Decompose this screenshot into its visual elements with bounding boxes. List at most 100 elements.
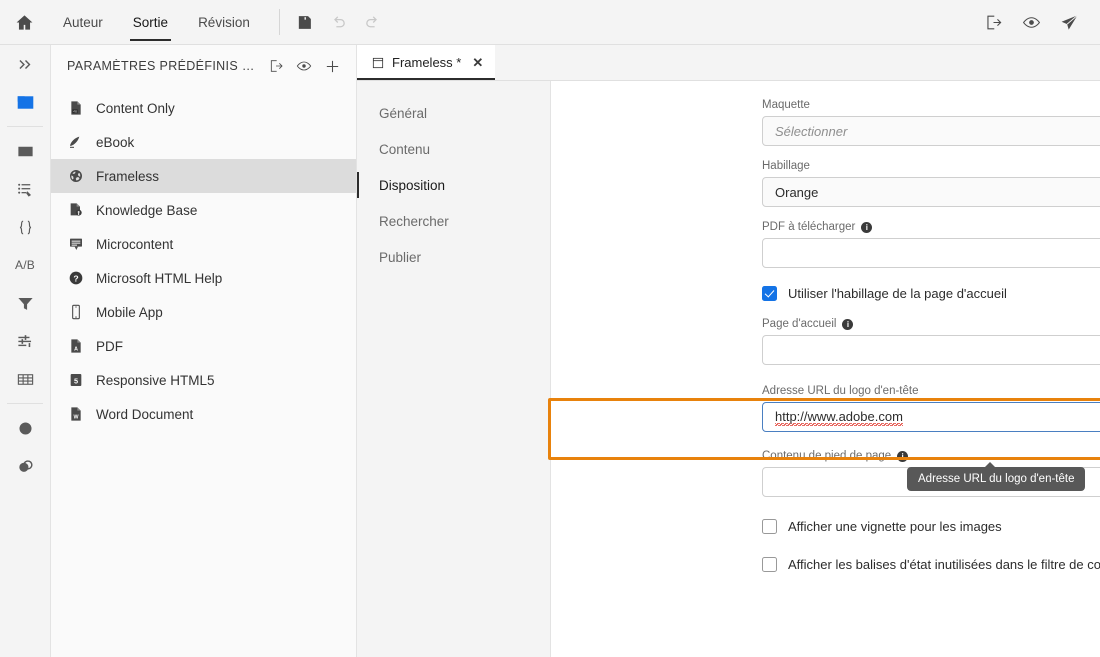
menu-tab-sortie[interactable]: Sortie [118, 0, 183, 44]
save-button[interactable] [290, 7, 320, 37]
preset-item-content-only[interactable]: <x Content Only [51, 91, 356, 125]
microcontent-icon [67, 236, 84, 253]
presets-header: PARAMÈTRES PRÉDÉFINIS D... [51, 45, 356, 87]
preset-item-label: Word Document [96, 406, 194, 422]
use-home-skin-row: Utiliser l'habillage de la page d'accuei… [551, 286, 1100, 301]
pdf-download-input[interactable] [762, 238, 1100, 268]
preset-item-pdf[interactable]: A PDF [51, 329, 356, 363]
rail-item-tags[interactable] [0, 170, 51, 208]
subnav-item-publier[interactable]: Publier [357, 239, 550, 275]
rail-item-table[interactable] [0, 360, 51, 398]
word-icon: W [67, 406, 84, 423]
use-home-skin-checkbox[interactable] [762, 286, 777, 301]
menu-tab-label: Sortie [132, 14, 169, 30]
preset-item-ebook[interactable]: eBook [51, 125, 356, 159]
header-logo-url-input[interactable]: http://www.adobe.com [762, 402, 1100, 432]
pdf-download-row [762, 238, 1100, 268]
rail-divider [7, 403, 43, 404]
habillage-row: Orange [762, 177, 1100, 207]
subnav-item-general[interactable]: Général [357, 95, 550, 131]
preset-item-mobile-app[interactable]: Mobile App [51, 295, 356, 329]
undo-button[interactable] [324, 7, 354, 37]
export-button[interactable] [978, 7, 1008, 37]
document-window-icon [372, 57, 384, 68]
toolbar-actions [290, 7, 388, 37]
content-layout-icon [17, 146, 33, 156]
maquette-label-row: Maquette [762, 99, 1100, 111]
rail-item-styles[interactable] [0, 447, 51, 485]
subnav-item-contenu[interactable]: Contenu [357, 131, 550, 167]
ab-testing-icon: A/B [15, 258, 35, 272]
preset-item-microcontent[interactable]: Microcontent [51, 227, 356, 261]
save-icon [299, 15, 312, 29]
info-icon[interactable]: i [842, 318, 854, 330]
preset-item-frameless[interactable]: Frameless [51, 159, 356, 193]
export-preset-icon [270, 60, 283, 72]
show-unused-tags-label: Afficher les balises d'état inutilisées … [788, 557, 1100, 572]
close-tab-button[interactable]: ✕ [472, 55, 483, 71]
preview-preset-icon [296, 61, 312, 71]
globe-icon [67, 168, 84, 185]
settings-body: Général Contenu Disposition Rechercher P… [357, 81, 1100, 657]
svg-text:?: ? [73, 273, 78, 283]
filter-funnel-icon [17, 297, 33, 310]
preset-item-label: Frameless [96, 168, 160, 184]
application-window: Auteur Sortie Révision A/B PARAMÈTRES PR… [0, 0, 1100, 657]
undo-icon [334, 15, 346, 27]
subnav-label: Général [379, 105, 428, 121]
rail-item-variables[interactable] [0, 208, 51, 246]
presets-panel: PARAMÈTRES PRÉDÉFINIS D... <x Content On… [51, 45, 357, 657]
maquette-select[interactable]: Sélectionner [762, 116, 1100, 146]
top-menu-bar: Auteur Sortie Révision [0, 0, 1100, 45]
preset-item-label: Mobile App [96, 304, 163, 320]
settings-subnav: Général Contenu Disposition Rechercher P… [357, 81, 551, 657]
show-unused-tags-row: Afficher les balises d'état inutilisées … [551, 557, 1100, 572]
header-logo-url-label: Adresse URL du logo d'en-tête [762, 385, 919, 397]
add-preset-button[interactable] [318, 52, 346, 80]
home-page-label-row: Page d'accueil i [762, 318, 1100, 330]
document-tab-label: Frameless * [392, 55, 462, 70]
habillage-select[interactable]: Orange [762, 177, 1100, 207]
maquette-value: Sélectionner [775, 123, 848, 139]
rail-item-output-presets[interactable] [0, 83, 51, 121]
preview-preset-button[interactable] [290, 52, 318, 80]
subnav-item-disposition[interactable]: Disposition [357, 167, 550, 203]
export-preset-button[interactable] [262, 52, 290, 80]
rail-expand-button[interactable] [0, 45, 51, 83]
subnav-item-rechercher[interactable]: Rechercher [357, 203, 550, 239]
info-icon[interactable]: i [897, 450, 909, 462]
rail-item-conditions[interactable] [0, 322, 51, 360]
document-tab-frameless[interactable]: Frameless * ✕ [357, 45, 496, 80]
redo-button[interactable] [358, 7, 388, 37]
show-unused-tags-checkbox[interactable] [762, 557, 777, 572]
presets-list: <x Content Only eBook Frameless Knowledg… [51, 87, 356, 431]
presets-panel-title: PARAMÈTRES PRÉDÉFINIS D... [67, 59, 262, 73]
publish-button[interactable] [1054, 7, 1084, 37]
menu-tab-auteur[interactable]: Auteur [48, 0, 118, 44]
preset-item-knowledge-base[interactable]: Knowledge Base [51, 193, 356, 227]
preset-item-microsoft-html-help[interactable]: ? Microsoft HTML Help [51, 261, 356, 295]
styles-overlap-icon [18, 459, 32, 472]
preset-item-word-document[interactable]: W Word Document [51, 397, 356, 431]
main-content-area: Frameless * ✕ Général Contenu Dispositio… [357, 45, 1100, 657]
subnav-label: Publier [379, 249, 422, 265]
preview-button[interactable] [1016, 7, 1046, 37]
home-button[interactable] [0, 0, 48, 44]
show-thumbnail-checkbox[interactable] [762, 519, 777, 534]
home-page-input[interactable] [762, 335, 1100, 365]
rail-item-ab-testing[interactable]: A/B [0, 246, 51, 284]
rail-item-snippet[interactable] [0, 409, 51, 447]
footer-content-label-row: Contenu de pied de page i [762, 450, 1100, 462]
preset-item-responsive-html5[interactable]: 5 Responsive HTML5 [51, 363, 356, 397]
rail-item-filter[interactable] [0, 284, 51, 322]
rail-item-content-layout[interactable] [0, 132, 51, 170]
document-tab-bar: Frameless * ✕ [357, 45, 1100, 81]
table-grid-icon [17, 373, 33, 385]
header-logo-url-value: http://www.adobe.com [775, 408, 903, 426]
info-icon[interactable]: i [861, 221, 873, 233]
menu-tab-revision[interactable]: Révision [183, 0, 265, 44]
header-logo-url-field: Adresse URL du logo d'en-tête http://www… [551, 385, 1100, 432]
preset-item-label: Microcontent [96, 236, 174, 252]
use-home-skin-label: Utiliser l'habillage de la page d'accuei… [788, 286, 1007, 301]
help-question-icon: ? [67, 270, 84, 287]
